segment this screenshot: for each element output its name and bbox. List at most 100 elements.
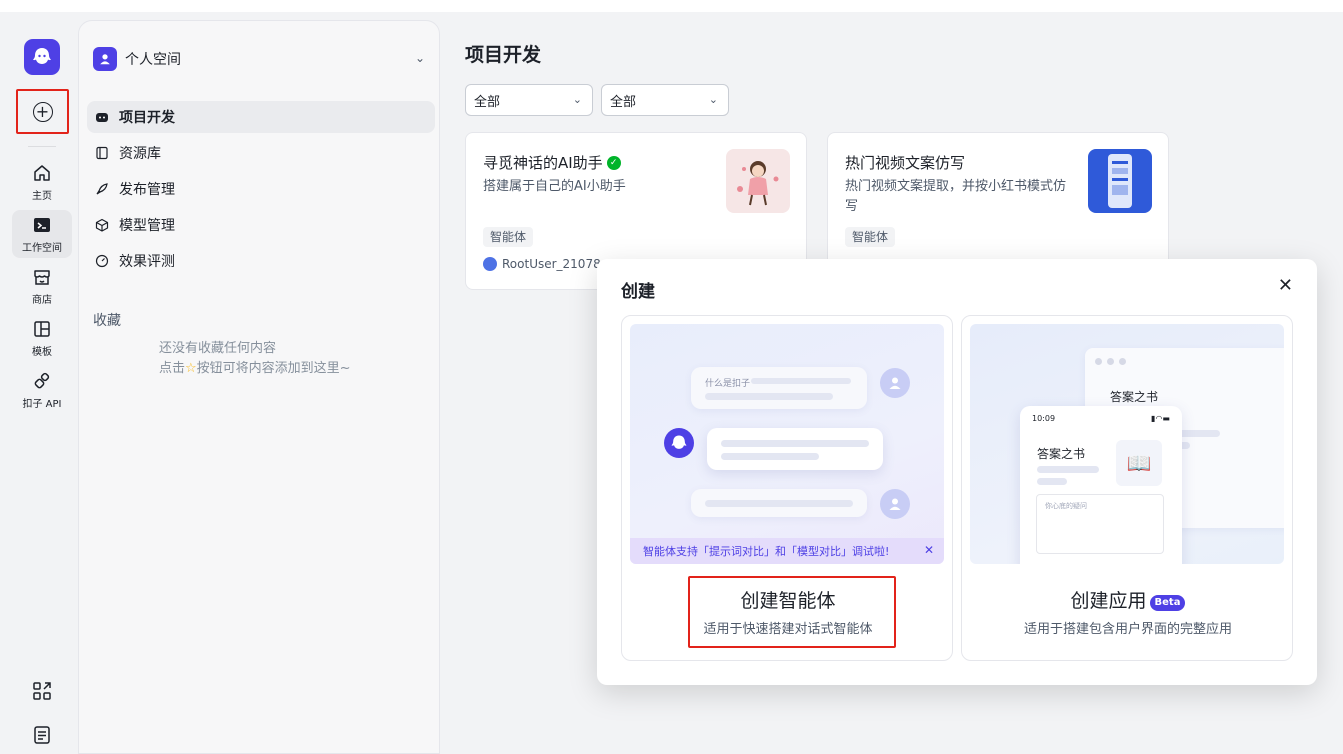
card-title: 寻觅神话的AI助手 ✓ <box>483 152 621 173</box>
nav-item-library[interactable]: 资源库 <box>87 137 435 169</box>
phone-input: 你心底的疑问 <box>1036 494 1164 554</box>
phone-time: 10:09 <box>1032 414 1056 423</box>
filter-select-status[interactable]: 全部 ⌄ <box>601 84 729 116</box>
chat-bubble-answer <box>707 428 883 470</box>
favorites-title: 收藏 <box>93 313 121 329</box>
filter-value: 全部 <box>610 94 637 110</box>
page-title: 项目开发 <box>465 44 542 66</box>
favorites-empty-message: 还没有收藏任何内容 点击☆按钮可将内容添加到这里~ <box>159 339 351 379</box>
document-icon[interactable] <box>32 725 52 745</box>
create-app-title: 创建应用 Beta <box>962 586 1294 613</box>
chevron-down-icon: ⌄ <box>708 93 718 106</box>
card-tag: 智能体 <box>845 227 896 247</box>
placeholder-bar <box>1037 478 1067 485</box>
create-button[interactable]: + <box>16 89 69 134</box>
app-preview-illustration: 答案之书 10:09 ▮◠▬ 答案之书 📖 你心底的疑问 <box>970 324 1284 564</box>
rail-label: 工作空间 <box>22 242 62 254</box>
chat-bubble-question <box>691 489 867 517</box>
nav-item-publish[interactable]: 发布管理 <box>87 173 435 205</box>
bot-avatar <box>664 428 694 458</box>
author-avatar <box>483 257 497 271</box>
card-thumbnail <box>1088 149 1152 213</box>
agent-preview-illustration: 什么是扣子 智能体支持「提示词对比」和「模型对比」调试啦! ✕ <box>630 324 944 564</box>
placeholder-bar <box>705 393 833 400</box>
create-app-title-text: 创建应用 <box>1070 590 1147 612</box>
placeholder-bar <box>751 378 851 384</box>
filter-select-type[interactable]: 全部 ⌄ <box>465 84 593 116</box>
rail-item-api[interactable]: 扣子 API <box>12 366 72 414</box>
nav-label: 发布管理 <box>119 182 175 198</box>
space-avatar <box>93 47 117 71</box>
banner-text: 智能体支持「提示词对比」和「模型对比」调试啦! <box>643 545 890 558</box>
banner-close-icon[interactable]: ✕ <box>924 543 934 557</box>
rail-item-template[interactable]: 模板 <box>12 314 72 362</box>
phone-title: 答案之书 <box>1037 447 1086 461</box>
modal-title: 创建 <box>621 282 655 302</box>
rail-item-workspace[interactable]: 工作空间 <box>12 210 72 258</box>
beta-badge: Beta <box>1149 595 1186 611</box>
nav-item-models[interactable]: 模型管理 <box>87 209 435 241</box>
nav-item-evaluation[interactable]: 效果评测 <box>87 245 435 277</box>
create-app-option[interactable]: 答案之书 10:09 ▮◠▬ 答案之书 📖 你心底的疑问 创建应用 Beta 适用… <box>961 315 1293 661</box>
apps-grid-icon[interactable] <box>32 681 52 701</box>
user-icon <box>889 377 901 389</box>
workspace-icon <box>34 217 50 232</box>
close-icon[interactable]: ✕ <box>1278 275 1293 296</box>
api-icon <box>34 372 50 388</box>
user-icon <box>100 54 110 65</box>
nav-label: 模型管理 <box>119 218 175 234</box>
store-icon <box>34 269 50 285</box>
sidebar-panel: 个人空间 ⌄ 项目开发 资源库 发布管理 模型管理 效果评测 收藏 还没有收藏任… <box>78 20 440 754</box>
highlight-box <box>688 576 896 648</box>
window-dot <box>1119 358 1126 365</box>
nav-label: 效果评测 <box>119 254 175 270</box>
rail-divider <box>28 146 56 147</box>
create-agent-option[interactable]: 什么是扣子 智能体支持「提示词对比」和「模型对比」调试啦! ✕ 创建智能体 适用… <box>621 315 953 661</box>
chevron-down-icon: ⌄ <box>414 51 425 65</box>
space-selector[interactable]: 个人空间 ⌄ <box>93 47 429 71</box>
top-bar <box>0 0 1343 12</box>
book-icon: 📖 <box>1116 440 1162 486</box>
favorites-empty-line2: 点击☆按钮可将内容添加到这里~ <box>159 359 351 379</box>
rail-label: 商店 <box>32 294 52 306</box>
author-name: RootUser_21078 <box>502 257 601 271</box>
card-tag: 智能体 <box>483 227 534 247</box>
cube-icon <box>95 218 109 232</box>
library-icon <box>96 146 108 160</box>
placeholder-bar <box>705 500 853 507</box>
window-dot <box>1107 358 1114 365</box>
card-title-text: 寻觅神话的AI助手 <box>483 154 603 172</box>
chat-bubble-question: 什么是扣子 <box>691 367 867 409</box>
plus-circle-icon: + <box>32 101 53 122</box>
left-rail: + 主页 工作空间 商店 模板 扣子 API <box>6 20 78 754</box>
rail-label: 主页 <box>32 190 52 202</box>
user-icon <box>889 498 901 510</box>
nav-item-project-dev[interactable]: 项目开发 <box>87 101 435 133</box>
phone-preview: 10:09 ▮◠▬ 答案之书 📖 你心底的疑问 <box>1020 406 1182 564</box>
bot-icon <box>96 113 108 122</box>
template-icon <box>34 320 50 337</box>
favorites-empty-line1: 还没有收藏任何内容 <box>159 341 277 356</box>
user-avatar <box>880 368 910 398</box>
placeholder-bar <box>721 453 819 460</box>
card-author: RootUser_21078 <box>483 257 601 271</box>
card-description: 热门视频文案提取，并按小红书模式仿写 <box>845 179 1067 214</box>
verified-icon: ✓ <box>606 155 621 170</box>
rail-item-home[interactable]: 主页 <box>12 158 72 206</box>
nav-label: 项目开发 <box>119 110 175 126</box>
feature-banner: 智能体支持「提示词对比」和「模型对比」调试啦! ✕ <box>630 538 944 564</box>
signal-icon: ▮◠▬ <box>1151 414 1170 423</box>
favorites-empty-pre: 点击 <box>159 361 186 376</box>
coze-logo[interactable] <box>24 39 60 75</box>
gauge-icon <box>95 254 109 268</box>
card-title-text: 热门视频文案仿写 <box>845 154 966 172</box>
rail-label: 模板 <box>32 346 52 358</box>
rail-label: 扣子 API <box>22 398 62 410</box>
rail-item-store[interactable]: 商店 <box>12 262 72 310</box>
placeholder-bar <box>721 440 869 447</box>
phone-input-placeholder: 你心底的疑问 <box>1045 502 1087 510</box>
chevron-down-icon: ⌄ <box>572 93 582 106</box>
card-description: 搭建属于自己的AI小助手 <box>483 179 626 194</box>
favorites-empty-post: 按钮可将内容添加到这里~ <box>196 361 351 376</box>
placeholder-bar <box>1037 466 1099 473</box>
